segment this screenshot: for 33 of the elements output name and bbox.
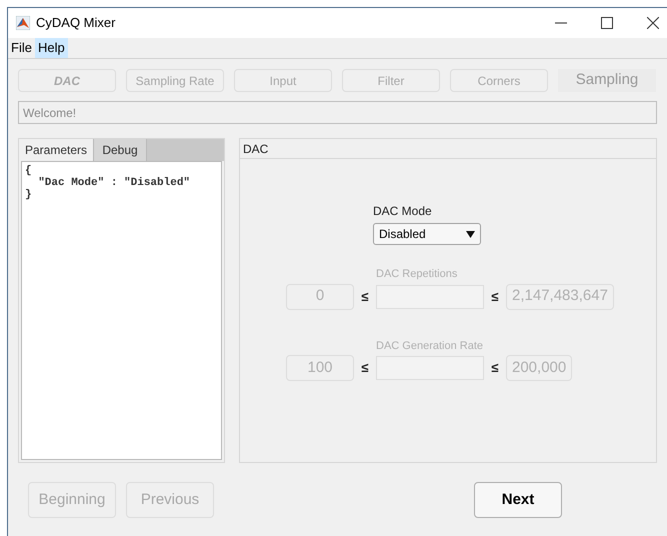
code-line: "Dac Mode" : "Disabled"	[37, 177, 192, 189]
status-field: Welcome!	[18, 101, 657, 124]
code-line: }	[25, 189, 33, 201]
range-label: DAC Repetitions	[376, 267, 458, 282]
step-button[interactable]: Filter	[342, 69, 440, 92]
panel-title: DAC	[243, 140, 268, 158]
mode-label: DAC Mode	[373, 203, 433, 220]
code-line: {	[25, 165, 33, 177]
min-value-field: 0	[286, 284, 354, 310]
tab[interactable]: Parameters	[19, 139, 94, 161]
max-value-field: 2,147,483,647	[506, 284, 614, 310]
mode-dropdown[interactable]: Disabled	[373, 223, 481, 245]
close-icon[interactable]	[647, 17, 659, 29]
step-button[interactable]: DAC	[18, 69, 116, 92]
less-equal-sign: ≤	[360, 288, 370, 306]
app-logo-icon	[16, 16, 30, 30]
step-button[interactable]: Sampling Rate	[126, 69, 224, 92]
window-title: CyDAQ Mixer	[36, 14, 116, 32]
range-label: DAC Generation Rate	[376, 338, 484, 354]
tab[interactable]: Debug	[94, 139, 147, 161]
dropdown-caret-icon	[466, 230, 475, 238]
step-button[interactable]: Corners	[450, 69, 548, 92]
step-button[interactable]: Input	[234, 69, 332, 92]
nav-button[interactable]: Next	[474, 482, 562, 518]
step-label: Sampling	[558, 69, 656, 92]
less-equal-sign: ≤	[490, 359, 500, 378]
menu-item[interactable]: Help	[34, 38, 68, 58]
menu-item[interactable]: File	[8, 38, 35, 58]
maximize-icon[interactable]	[601, 17, 613, 29]
less-equal-sign: ≤	[360, 359, 370, 378]
max-value-field: 200,000	[506, 355, 572, 381]
min-value-field: 100	[286, 355, 354, 381]
less-equal-sign: ≤	[490, 288, 500, 306]
